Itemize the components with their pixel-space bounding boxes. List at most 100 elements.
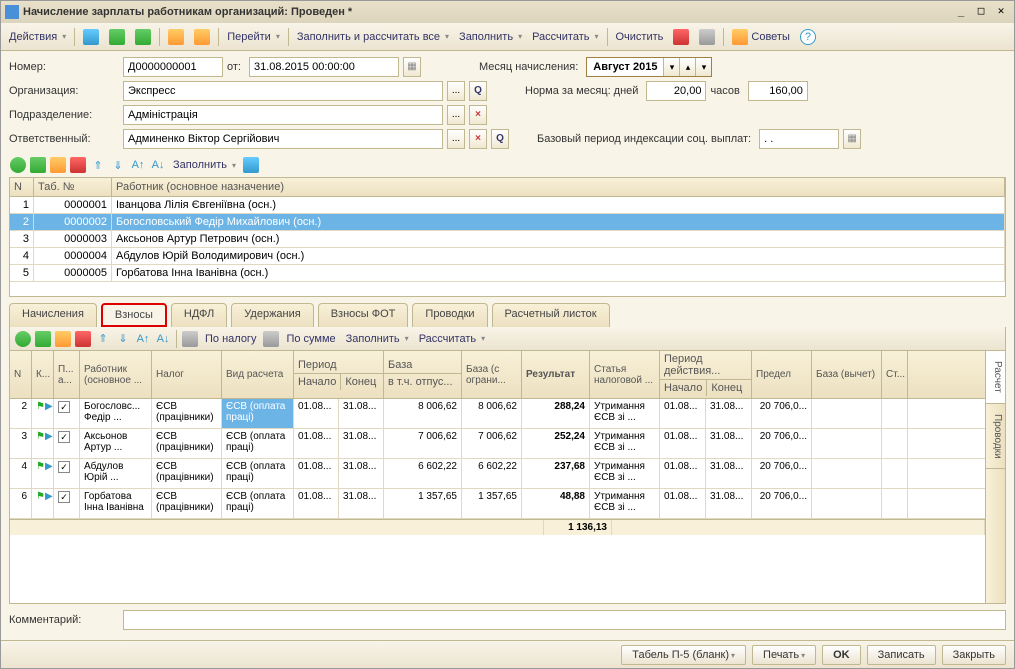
tabel-button[interactable]: Табель П-5 (бланк) (621, 645, 746, 665)
employee-grid[interactable]: N Таб. № Работник (основное назначение) … (9, 177, 1006, 297)
dcol-calc: Вид расчета (222, 351, 294, 398)
norm-label: Норма за месяц: дней (525, 85, 638, 97)
grid-icon[interactable] (695, 27, 719, 47)
selection-icon[interactable] (242, 156, 260, 174)
help-button[interactable]: ? (796, 27, 820, 47)
add-row-icon[interactable] (9, 156, 27, 174)
ok-button[interactable]: OK (822, 645, 861, 665)
d-add-icon[interactable] (14, 330, 32, 348)
comment-input[interactable] (123, 610, 1006, 630)
emp-toolbar: ⇑ ⇓ A↑ A↓ Заполнить (9, 153, 1006, 177)
d-edit-icon[interactable] (54, 330, 72, 348)
norm-days-input[interactable] (646, 81, 706, 101)
base-period-input[interactable] (759, 129, 839, 149)
d-fill-menu[interactable]: Заполнить (342, 331, 413, 347)
dept-select-button[interactable]: ... (447, 105, 465, 125)
emp-row[interactable]: 10000001Іванцова Лілія Євгеніївна (осн.) (10, 197, 1005, 214)
detail-row[interactable]: 6⚑▶✓Горбатова Інна ІванівнаЄСВ (працівни… (10, 489, 985, 519)
maximize-button[interactable]: □ (972, 4, 990, 20)
dcol-n: N (10, 351, 32, 398)
fill-calc-all-button[interactable]: Заполнить и рассчитать все (293, 29, 453, 45)
emp-row[interactable]: 40000004Абдулов Юрій Володимирович (осн.… (10, 248, 1005, 265)
minimize-button[interactable]: _ (952, 4, 970, 20)
move-up-icon[interactable]: ⇑ (89, 156, 107, 174)
month-down-icon[interactable]: ▾ (695, 58, 711, 76)
tab-contrib-fot[interactable]: Взносы ФОТ (318, 303, 409, 327)
tab-entries[interactable]: Проводки (412, 303, 487, 327)
month-label: Месяц начисления: (479, 61, 578, 73)
resp-select-button[interactable]: ... (447, 129, 465, 149)
post-icon[interactable] (105, 27, 129, 47)
clear-button[interactable]: Очистить (612, 29, 668, 45)
doc1-icon[interactable] (164, 27, 188, 47)
goto-menu[interactable]: Перейти (223, 29, 284, 45)
sort-desc-icon[interactable]: A↓ (149, 156, 167, 174)
tab-deductions[interactable]: Удержания (231, 303, 313, 327)
dept-input[interactable] (123, 105, 443, 125)
detail-grid[interactable]: N К... П... а... Работник (основное ... … (10, 351, 985, 603)
org-input[interactable] (123, 81, 443, 101)
emp-row[interactable]: 50000005Горбатова Інна Іванівна (осн.) (10, 265, 1005, 282)
actions-menu[interactable]: Действия (5, 29, 70, 45)
detail-row[interactable]: 3⚑▶✓Аксьонов Артур ...ЄСВ (працівники)ЄС… (10, 429, 985, 459)
close-doc-button[interactable]: Закрыть (942, 645, 1006, 665)
by-tax-button[interactable]: По налогу (201, 331, 260, 347)
by-sum-button[interactable]: По сумме (282, 331, 339, 347)
side-tab-calc[interactable]: Расчет (986, 351, 1005, 404)
base-period-cal-button[interactable]: ▦ (843, 129, 861, 149)
date-input[interactable] (249, 57, 399, 77)
move-down-icon[interactable]: ⇓ (109, 156, 127, 174)
by-tax-icon[interactable] (181, 330, 199, 348)
detail-toolbar: ⇑ ⇓ A↑ A↓ По налогу По сумме Заполнить Р… (9, 327, 1006, 351)
calc-menu[interactable]: Рассчитать (528, 29, 602, 45)
calendar-button[interactable]: ▦ (403, 57, 421, 77)
add-copy-icon[interactable] (29, 156, 47, 174)
dcol-ap: Период действия... НачалоКонец (660, 351, 752, 398)
org-select-button[interactable]: ... (447, 81, 465, 101)
d-copy-icon[interactable] (34, 330, 52, 348)
number-input[interactable] (123, 57, 223, 77)
detail-row[interactable]: 2⚑▶✓Богословс... Федір ...ЄСВ (працівник… (10, 399, 985, 429)
close-button[interactable]: ✕ (992, 4, 1010, 20)
refresh-icon[interactable] (131, 27, 155, 47)
delete-row-icon[interactable] (69, 156, 87, 174)
by-sum-icon[interactable] (262, 330, 280, 348)
resp-input[interactable] (123, 129, 443, 149)
sort-asc-icon[interactable]: A↑ (129, 156, 147, 174)
month-selector[interactable]: Август 2015 ▾ ▴ ▾ (586, 57, 712, 77)
d-up-icon[interactable]: ⇑ (94, 330, 112, 348)
d-down-icon[interactable]: ⇓ (114, 330, 132, 348)
tab-contributions[interactable]: Взносы (101, 303, 167, 327)
dcol-st: Ст... (882, 351, 908, 398)
save-button[interactable]: Записать (867, 645, 936, 665)
tab-ndfl[interactable]: НДФЛ (171, 303, 227, 327)
resp-clear-button[interactable]: × (469, 129, 487, 149)
emp-row[interactable]: 30000003Аксьонов Артур Петрович (осн.) (10, 231, 1005, 248)
tab-accruals[interactable]: Начисления (9, 303, 97, 327)
side-tab-entries[interactable]: Проводки (986, 404, 1005, 470)
doc2-icon[interactable] (190, 27, 214, 47)
date-label: от: (227, 61, 241, 73)
print-button[interactable]: Печать (752, 645, 816, 665)
emp-fill-menu[interactable]: Заполнить (169, 157, 240, 173)
d-sort-asc-icon[interactable]: A↑ (134, 330, 152, 348)
d-delete-icon[interactable] (74, 330, 92, 348)
emp-row[interactable]: 20000002Богословський Федір Михайлович (… (10, 214, 1005, 231)
month-dropdown-icon[interactable]: ▾ (663, 58, 679, 76)
detail-row[interactable]: 4⚑▶✓Абдулов Юрій ...ЄСВ (працівники)ЄСВ … (10, 459, 985, 489)
base-period-label: Базовый период индексации соц. выплат: (537, 133, 751, 145)
fill-menu[interactable]: Заполнить (455, 29, 526, 45)
norm-hours-input[interactable] (748, 81, 808, 101)
tips-button[interactable]: Советы (728, 27, 793, 47)
save-icon[interactable] (79, 27, 103, 47)
org-info-button[interactable]: Q (469, 81, 487, 101)
dcol-tax: Налог (152, 351, 222, 398)
dept-clear-button[interactable]: × (469, 105, 487, 125)
month-up-icon[interactable]: ▴ (679, 58, 695, 76)
d-sort-desc-icon[interactable]: A↓ (154, 330, 172, 348)
dk-icon[interactable] (669, 27, 693, 47)
edit-row-icon[interactable] (49, 156, 67, 174)
d-calc-menu[interactable]: Рассчитать (415, 331, 489, 347)
resp-info-button[interactable]: Q (491, 129, 509, 149)
tab-payslip[interactable]: Расчетный листок (492, 303, 610, 327)
